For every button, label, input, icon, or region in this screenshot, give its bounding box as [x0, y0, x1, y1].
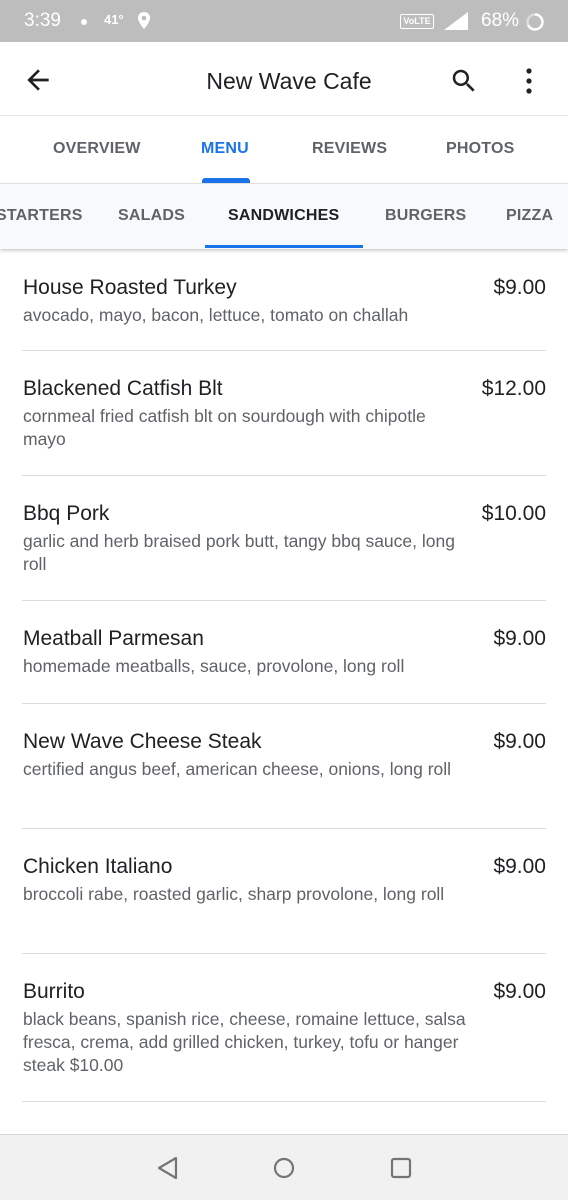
active-category-indicator: [205, 245, 363, 248]
menu-item-name: Meatball Parmesan: [23, 627, 204, 650]
nav-recents-icon[interactable]: [389, 1155, 413, 1186]
divider: [22, 1101, 546, 1102]
menu-item-name: Blackened Catfish Blt: [23, 377, 223, 400]
status-bar: 3:39 41° VoLTE 68%: [0, 0, 568, 42]
menu-item[interactable]: Meatball Parmesan $9.00 homemade meatbal…: [0, 601, 568, 704]
menu-item-price: $10.00: [481, 502, 546, 525]
menu-item-name: Bbq Pork: [23, 502, 110, 525]
menu-item-price: $9.00: [493, 855, 546, 878]
menu-item-description: garlic and herb braised pork butt, tangy…: [23, 531, 455, 574]
category-pizza[interactable]: PIZZA: [506, 207, 553, 225]
menu-item-description: avocado, mayo, bacon, lettuce, tomato on…: [23, 305, 409, 325]
menu-item-price: $9.00: [493, 730, 546, 753]
menu-list[interactable]: House Roasted Turkey $9.00 avocado, mayo…: [0, 250, 568, 1134]
menu-category-tabs[interactable]: STARTERS SALADS SANDWICHES BURGERS PIZZA: [0, 183, 568, 249]
menu-item[interactable]: Blackened Catfish Blt $12.00 cornmeal fr…: [0, 351, 568, 476]
tab-photos[interactable]: PHOTOS: [446, 140, 514, 158]
menu-item-price: $12.00: [481, 377, 546, 400]
volte-badge: VoLTE: [400, 14, 434, 29]
category-burgers[interactable]: BURGERS: [385, 207, 466, 225]
tab-overview[interactable]: OVERVIEW: [53, 140, 141, 158]
app-bar: New Wave Cafe: [0, 42, 568, 116]
menu-item-description: certified angus beef, american cheese, o…: [23, 759, 452, 779]
page-title: New Wave Cafe: [206, 68, 372, 94]
menu-item-price: $9.00: [493, 627, 546, 650]
status-temperature: 41°: [104, 12, 124, 27]
menu-item-name: New Wave Cheese Steak: [23, 730, 262, 753]
menu-item[interactable]: House Roasted Turkey $9.00 avocado, mayo…: [0, 250, 568, 351]
menu-item-description: cornmeal fried catfish blt on sourdough …: [23, 406, 426, 449]
location-pin-icon: [136, 11, 152, 36]
battery-percent: 68%: [481, 10, 520, 31]
menu-item-name: Burrito: [23, 980, 85, 1003]
menu-item-description: broccoli rabe, roasted garlic, sharp pro…: [23, 884, 445, 904]
category-starters[interactable]: STARTERS: [0, 207, 83, 225]
menu-item-name: Chicken Italiano: [23, 855, 173, 878]
more-vert-icon[interactable]: [517, 66, 541, 101]
menu-item[interactable]: New Wave Cheese Steak $9.00 certified an…: [0, 704, 568, 829]
tab-menu[interactable]: MENU: [201, 140, 249, 158]
nav-back-icon[interactable]: [156, 1155, 180, 1186]
menu-item-price: $9.00: [493, 276, 546, 299]
category-salads[interactable]: SALADS: [118, 207, 185, 225]
search-icon[interactable]: [449, 66, 479, 101]
signal-icon: [440, 10, 470, 37]
category-sandwiches[interactable]: SANDWICHES: [228, 207, 339, 225]
menu-item-description: black beans, spanish rice, cheese, romai…: [23, 1009, 466, 1075]
menu-item-name: House Roasted Turkey: [23, 276, 237, 299]
status-time: 3:39: [24, 10, 61, 31]
menu-item-price: $9.00: [493, 980, 546, 1003]
menu-item[interactable]: Burrito $9.00 black beans, spanish rice,…: [0, 954, 568, 1102]
place-tabs: OVERVIEW MENU REVIEWS PHOTOS: [0, 116, 568, 183]
menu-item-description: homemade meatballs, sauce, provolone, lo…: [23, 656, 405, 676]
menu-item[interactable]: Bbq Pork $10.00 garlic and herb braised …: [0, 476, 568, 601]
system-nav-bar: [0, 1134, 568, 1200]
nav-home-icon[interactable]: [272, 1155, 296, 1186]
menu-item[interactable]: Chicken Italiano $9.00 broccoli rabe, ro…: [0, 829, 568, 954]
battery-ring-icon: [525, 12, 545, 37]
tab-reviews[interactable]: REVIEWS: [312, 140, 387, 158]
notification-dot-icon: [81, 19, 87, 25]
